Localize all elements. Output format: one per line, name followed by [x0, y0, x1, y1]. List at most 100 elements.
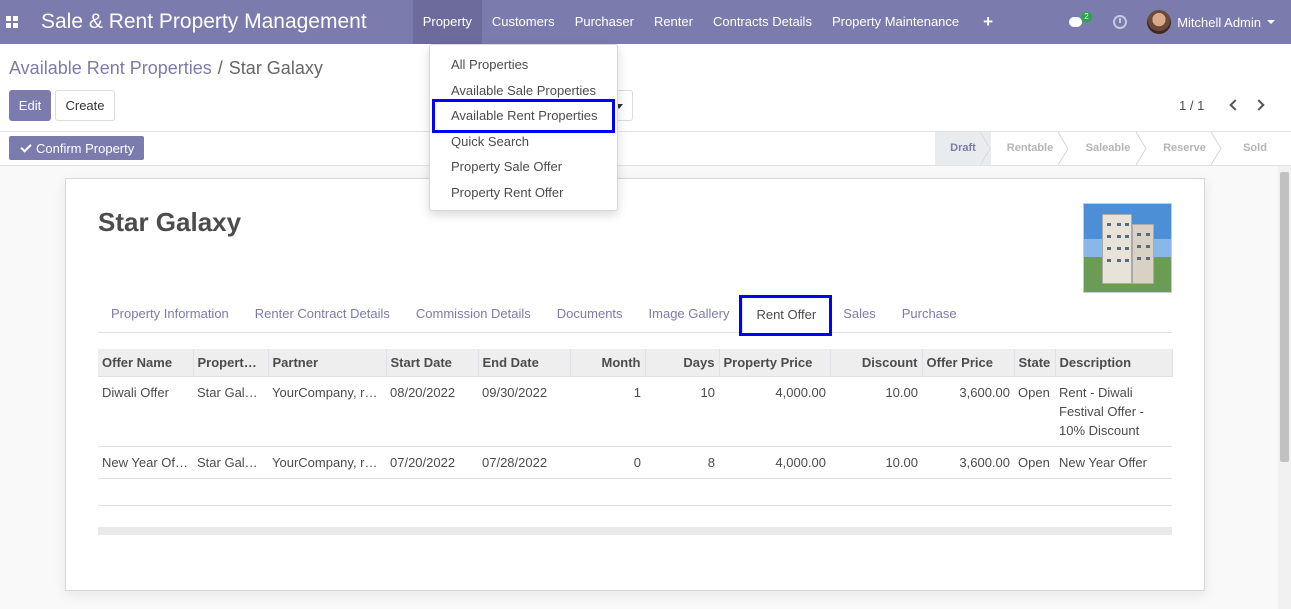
stage-saleable-label: Saleable	[1085, 142, 1131, 154]
record-title[interactable]: Star Galaxy	[98, 207, 241, 238]
cell-month: 0	[570, 446, 645, 479]
cell-property: Star Gal…	[193, 376, 268, 447]
column-state[interactable]: State	[1014, 349, 1056, 377]
cell-offer-price: 3,600.00	[922, 376, 1014, 447]
column-end-date[interactable]: End Date	[478, 349, 571, 377]
stage-rentable[interactable]: Rentable	[991, 132, 1069, 165]
cell-start-date: 07/20/2022	[386, 446, 478, 479]
cell-property-price: 4,000.00	[719, 446, 830, 479]
status-bar: Confirm Property Draft Rentable Saleable…	[0, 132, 1291, 166]
table-row[interactable]: New Year Of… Star Gal… YourCompany, r… 0…	[98, 446, 1172, 479]
column-property[interactable]: Property…	[193, 349, 269, 377]
apps-menu-icon[interactable]	[3, 13, 21, 31]
menu-item-property-sale-offer[interactable]: Property Sale Offer	[430, 154, 617, 180]
tab-documents[interactable]: Documents	[544, 295, 636, 333]
stage-reserve[interactable]: Reserve	[1147, 132, 1222, 165]
cell-month: 1	[570, 376, 645, 447]
stage-draft[interactable]: Draft	[935, 132, 991, 165]
menu-property-maintenance[interactable]: Property Maintenance	[822, 0, 969, 44]
cell-offer-price: 3,600.00	[922, 446, 1014, 479]
menu-item-all-properties[interactable]: All Properties	[430, 52, 617, 78]
column-start-date[interactable]: Start Date	[386, 349, 479, 377]
cell-discount: 10.00	[830, 376, 922, 447]
cell-state: Open	[1014, 376, 1055, 447]
table-footer	[98, 527, 1172, 535]
confirm-property-button[interactable]: Confirm Property	[9, 136, 145, 160]
menu-item-quick-search[interactable]: Quick Search	[430, 129, 617, 155]
column-days[interactable]: Days	[645, 349, 720, 377]
menu-item-property-rent-offer[interactable]: Property Rent Offer	[430, 180, 617, 206]
cell-offer-name: Diwali Offer	[98, 376, 193, 447]
tab-sales[interactable]: Sales	[830, 295, 889, 333]
property-image[interactable]	[1083, 203, 1172, 293]
control-panel: Available Rent Properties / Star Galaxy Ed…	[0, 44, 1291, 132]
user-name: Mitchell Admin	[1177, 14, 1261, 30]
property-dropdown-menu: All Properties Available Sale Properties…	[429, 44, 618, 211]
stage-statusbar: Draft Rentable Saleable Reserve Sold	[935, 132, 1288, 165]
cell-property: Star Gal…	[193, 446, 268, 479]
cell-partner: YourCompany, r…	[268, 376, 386, 447]
breadcrumb-parent[interactable]: Available Rent Properties	[9, 58, 212, 78]
cell-property-price: 4,000.00	[719, 376, 830, 447]
pager-value[interactable]: 1 / 1	[1179, 98, 1204, 113]
cell-state: Open	[1014, 446, 1055, 479]
stage-saleable[interactable]: Saleable	[1069, 132, 1147, 165]
create-button[interactable]: Create	[55, 90, 115, 121]
avatar	[1147, 10, 1172, 34]
cell-offer-name: New Year Of…	[98, 446, 193, 479]
menu-item-available-rent-properties[interactable]: Available Rent Properties	[430, 103, 617, 129]
chat-badge: 2	[1081, 12, 1092, 22]
pager-next-icon[interactable]	[1253, 97, 1269, 113]
empty-row	[98, 478, 1172, 506]
breadcrumb-separator: /	[217, 58, 223, 78]
breadcrumb-current: Star Galaxy	[228, 58, 323, 78]
scrollbar-thumb[interactable]	[1280, 172, 1289, 462]
cell-description: Rent - Diwali Festival Offer - 10% Disco…	[1055, 376, 1172, 447]
rent-offer-table: Offer Name Property… Partner Start Date …	[98, 349, 1173, 533]
column-offer-name[interactable]: Offer Name	[98, 349, 194, 377]
menu-contracts-details[interactable]: Contracts Details	[703, 0, 822, 44]
chat-icon[interactable]: 2	[1067, 12, 1092, 32]
menu-item-available-sale-properties[interactable]: Available Sale Properties	[430, 78, 617, 104]
table-row[interactable]: Diwali Offer Star Gal… YourCompany, r… 0…	[98, 376, 1172, 447]
tab-property-information[interactable]: Property Information	[98, 295, 242, 333]
cell-description: New Year Offer	[1055, 446, 1172, 479]
tab-commission-details[interactable]: Commission Details	[403, 295, 544, 333]
check-icon	[20, 140, 32, 153]
tab-purchase[interactable]: Purchase	[889, 295, 970, 333]
plus-icon[interactable]: +	[973, 0, 1003, 44]
caret-down-icon	[1267, 20, 1275, 24]
cell-start-date: 08/20/2022	[386, 376, 478, 447]
column-property-price[interactable]: Property Price	[719, 349, 831, 377]
stage-sold-label: Sold	[1243, 142, 1267, 154]
menu-purchaser[interactable]: Purchaser	[565, 0, 644, 44]
confirm-property-label: Confirm Property	[36, 140, 135, 156]
tab-image-gallery[interactable]: Image Gallery	[636, 295, 743, 333]
edit-button[interactable]: Edit	[9, 90, 51, 121]
column-partner[interactable]: Partner	[268, 349, 387, 377]
column-offer-price[interactable]: Offer Price	[922, 349, 1015, 377]
menu-property[interactable]: Property	[412, 0, 482, 44]
stage-draft-label: Draft	[950, 142, 976, 154]
notebook-tabs: Property Information Renter Contract Det…	[98, 295, 1172, 333]
breadcrumb: Available Rent Properties / Star Galaxy	[9, 58, 323, 79]
column-month[interactable]: Month	[570, 349, 646, 377]
clock-icon[interactable]	[1113, 15, 1128, 29]
navbar-systray: 2 Mitchell Admin	[1067, 0, 1291, 44]
column-description[interactable]: Description	[1055, 349, 1173, 377]
cell-days: 10	[645, 376, 719, 447]
stage-sold[interactable]: Sold	[1222, 132, 1288, 165]
cell-end-date: 07/28/2022	[478, 446, 570, 479]
pager-previous-icon[interactable]	[1226, 97, 1242, 113]
main-menu: Property Customers Purchaser Renter Cont…	[412, 0, 1003, 44]
cell-end-date: 09/30/2022	[478, 376, 570, 447]
scrollbar[interactable]	[1278, 166, 1291, 609]
tab-renter-contract-details[interactable]: Renter Contract Details	[242, 295, 403, 333]
menu-renter[interactable]: Renter	[644, 0, 703, 44]
column-discount[interactable]: Discount	[830, 349, 923, 377]
cell-discount: 10.00	[830, 446, 922, 479]
tab-rent-offer[interactable]: Rent Offer	[742, 295, 831, 333]
user-menu[interactable]: Mitchell Admin	[1147, 10, 1275, 34]
menu-customers[interactable]: Customers	[482, 0, 565, 44]
cell-partner: YourCompany, r…	[268, 446, 386, 479]
